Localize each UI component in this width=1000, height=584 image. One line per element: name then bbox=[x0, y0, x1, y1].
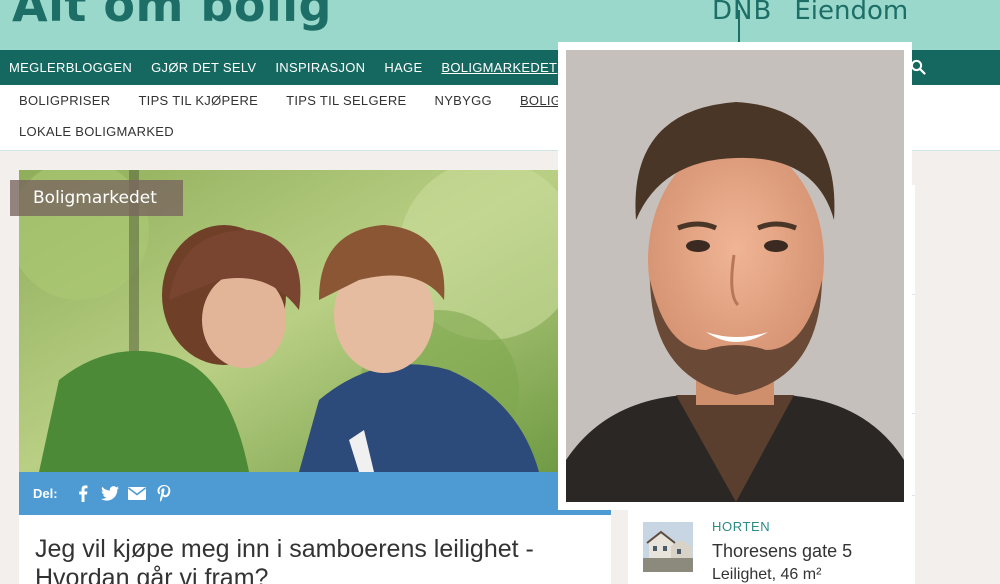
main-nav-item-boligmarkedet[interactable]: BOLIGMARKEDET bbox=[441, 60, 557, 75]
listing-address[interactable]: Thoresens gate 5 bbox=[712, 541, 852, 562]
portrait-photo bbox=[566, 50, 904, 502]
logo-stem-decoration bbox=[738, 10, 740, 42]
main-nav-item-meglerbloggen[interactable]: MEGLERBLOGGEN bbox=[9, 60, 132, 75]
facebook-icon[interactable] bbox=[74, 485, 93, 503]
main-nav-item-gjor-det-selv[interactable]: GJØR DET SELV bbox=[151, 60, 256, 75]
listing-thumbnail[interactable] bbox=[643, 522, 693, 572]
author-portrait bbox=[558, 42, 912, 510]
sub-nav-item-lokale-boligmarked[interactable]: LOKALE BOLIGMARKED bbox=[19, 124, 174, 139]
pinterest-icon[interactable] bbox=[155, 485, 174, 503]
brand-dnb-text: DNB bbox=[712, 0, 773, 26]
article-title[interactable]: Jeg vil kjøpe meg inn i samboerens leili… bbox=[35, 535, 595, 584]
brand-eiendom: Eiendom bbox=[794, 0, 909, 26]
house-photo bbox=[643, 522, 693, 572]
email-icon[interactable] bbox=[128, 485, 147, 503]
dnb-eiendom-logo[interactable]: DNB Eiendom bbox=[712, 0, 908, 42]
sub-nav-row: BOLIGPRISER TIPS TIL KJØPERE TIPS TIL SE… bbox=[19, 93, 619, 108]
man-portrait-image bbox=[566, 50, 904, 502]
sub-nav-item-boligpriser[interactable]: BOLIGPRISER bbox=[19, 93, 110, 108]
main-nav-item-hage[interactable]: HAGE bbox=[384, 60, 422, 75]
category-tag[interactable]: Boligmarkedet bbox=[10, 180, 183, 216]
listing-type: Leilighet, 46 m² bbox=[712, 566, 822, 583]
brand-dnb: DNB bbox=[712, 0, 773, 42]
twitter-icon[interactable] bbox=[101, 485, 120, 503]
site-title[interactable]: Alt om bolig bbox=[12, 0, 332, 32]
main-nav-item-inspirasjon[interactable]: INSPIRASJON bbox=[275, 60, 365, 75]
sub-nav-item-tips-til-kjopere[interactable]: TIPS TIL KJØPERE bbox=[138, 93, 258, 108]
share-bar: Del: bbox=[19, 472, 611, 515]
sub-nav-item-nybygg[interactable]: NYBYGG bbox=[435, 93, 492, 108]
listing-city: HORTEN bbox=[712, 519, 771, 534]
search-icon[interactable] bbox=[910, 59, 926, 75]
share-label: Del: bbox=[33, 486, 58, 501]
sub-nav-item-tips-til-selgere[interactable]: TIPS TIL SELGERE bbox=[286, 93, 406, 108]
sub-nav-row: LOKALE BOLIGMARKED bbox=[19, 124, 202, 139]
